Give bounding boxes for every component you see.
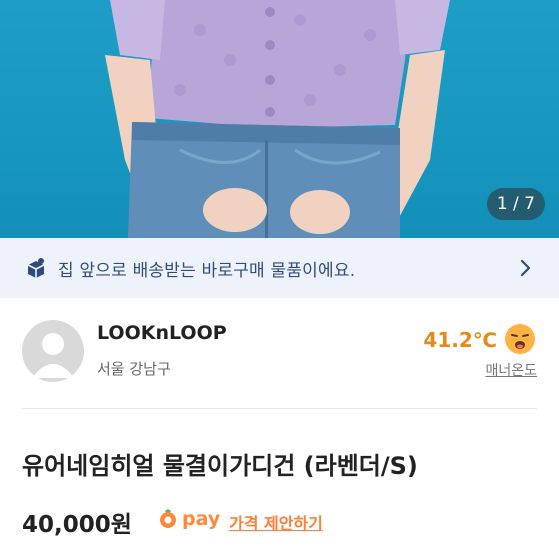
delivery-box-icon bbox=[27, 258, 45, 278]
image-counter-badge: 1 / 7 bbox=[486, 188, 545, 220]
pay-label: pay bbox=[182, 508, 221, 530]
seller-profile[interactable]: LOOKnLOOP 서울 강남구 41.2℃ 매너온도 bbox=[0, 298, 559, 408]
product-image[interactable]: 1 / 7 bbox=[0, 0, 559, 238]
seller-location: 서울 강남구 bbox=[97, 360, 171, 378]
direct-purchase-banner[interactable]: 집 앞으로 배송받는 바로구매 물품이에요. bbox=[0, 238, 559, 298]
default-avatar-icon bbox=[32, 333, 74, 378]
avatar[interactable] bbox=[22, 320, 84, 382]
manner-temperature-label[interactable]: 매너온도 bbox=[485, 360, 537, 380]
chevron-right-icon[interactable] bbox=[515, 258, 535, 278]
product-photo-illustration bbox=[105, 0, 450, 238]
price-offer-link[interactable]: 가격 제안하기 bbox=[229, 510, 323, 534]
divider bbox=[22, 408, 537, 409]
product-price: 40,000원 bbox=[22, 512, 132, 538]
product-title: 유어네임히얼 물결이가디건 (라벤더/S) bbox=[22, 452, 418, 480]
manner-temperature: 41.2℃ bbox=[423, 328, 497, 352]
karrot-pay-icon bbox=[160, 509, 176, 528]
karrot-pay-badge: pay bbox=[158, 508, 220, 530]
smile-face-icon bbox=[505, 324, 535, 354]
seller-name[interactable]: LOOKnLOOP bbox=[97, 322, 227, 344]
banner-text: 집 앞으로 배송받는 바로구매 물품이에요. bbox=[58, 260, 356, 281]
